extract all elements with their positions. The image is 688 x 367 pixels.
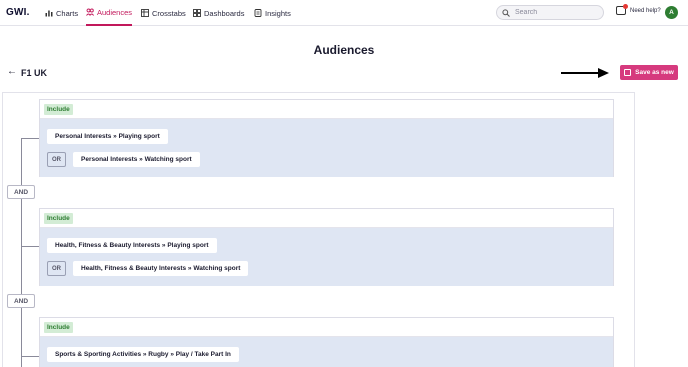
and-operator-badge[interactable]: AND [7,185,35,199]
nav-item-label: Crosstabs [152,8,186,18]
audience-group: Include Personal Interests » Playing spo… [39,99,614,177]
group-header: Include [40,318,613,337]
nav-item-label: Dashboards [204,8,245,18]
attribute-chip[interactable]: Personal Interests » Watching sport [73,152,200,167]
connector-line-vertical [21,138,22,367]
notification-dot [623,4,628,9]
insights-icon [254,9,262,17]
back-arrow-icon[interactable]: ← [7,66,17,77]
nav-item-charts[interactable]: Charts [45,0,78,26]
search-input[interactable] [515,9,595,16]
audience-group: Include Sports & Sporting Activities » R… [39,317,614,367]
group-header: Include [40,100,613,119]
audiences-icon [86,8,94,16]
and-operator-badge[interactable]: AND [7,294,35,308]
search-icon [502,8,510,17]
nav-item-label: Insights [265,8,291,18]
group-body: Sports & Sporting Activities » Rugby » P… [40,337,613,367]
audience-group: Include Health, Fitness & Beauty Interes… [39,208,614,286]
dashboard-icon [193,9,201,17]
connector-line-branch [21,138,39,139]
attribute-chip[interactable]: Personal Interests » Playing sport [47,129,168,144]
gwi-logo[interactable]: GWI. [6,7,30,18]
nav-item-crosstabs[interactable]: Crosstabs [141,0,186,26]
nav-item-insights[interactable]: Insights [254,0,291,26]
attribute-chip[interactable]: Health, Fitness & Beauty Interests » Wat… [73,261,249,276]
save-button-label: Save as new [635,69,674,76]
pointer-arrow-icon [561,68,609,78]
save-icon [624,69,632,76]
help-label: Need help? [630,7,661,14]
audience-name: F1 UK [21,68,48,78]
connector-line-branch [21,356,39,357]
help-button[interactable]: Need help? [616,4,661,15]
page-title: Audiences [313,43,375,57]
or-connector-badge[interactable]: OR [47,261,66,276]
include-badge[interactable]: Include [44,212,73,224]
connector-line-branch [21,246,39,247]
group-body: Personal Interests » Playing sport OR Pe… [40,119,613,177]
crosstab-icon [141,9,149,17]
attribute-chip[interactable]: Sports & Sporting Activities » Rugby » P… [47,347,239,362]
group-body: Health, Fitness & Beauty Interests » Pla… [40,228,613,286]
include-badge[interactable]: Include [44,321,73,333]
group-header: Include [40,209,613,228]
nav-item-label: Audiences [97,7,133,17]
include-badge[interactable]: Include [44,103,73,115]
top-navigation: GWI. Charts Audiences Crosstabs Dashboar… [0,0,688,26]
or-connector-badge[interactable]: OR [47,152,66,167]
avatar[interactable]: A [665,6,678,19]
save-as-new-button[interactable]: Save as new [620,65,678,80]
attribute-chip[interactable]: Health, Fitness & Beauty Interests » Pla… [47,238,217,253]
nav-item-label: Charts [56,8,79,18]
nav-item-dashboards[interactable]: Dashboards [193,0,244,26]
chart-bar-icon [45,10,53,17]
nav-item-audiences[interactable]: Audiences [86,0,133,26]
help-chat-icon [616,4,628,15]
search-box[interactable] [496,5,604,20]
